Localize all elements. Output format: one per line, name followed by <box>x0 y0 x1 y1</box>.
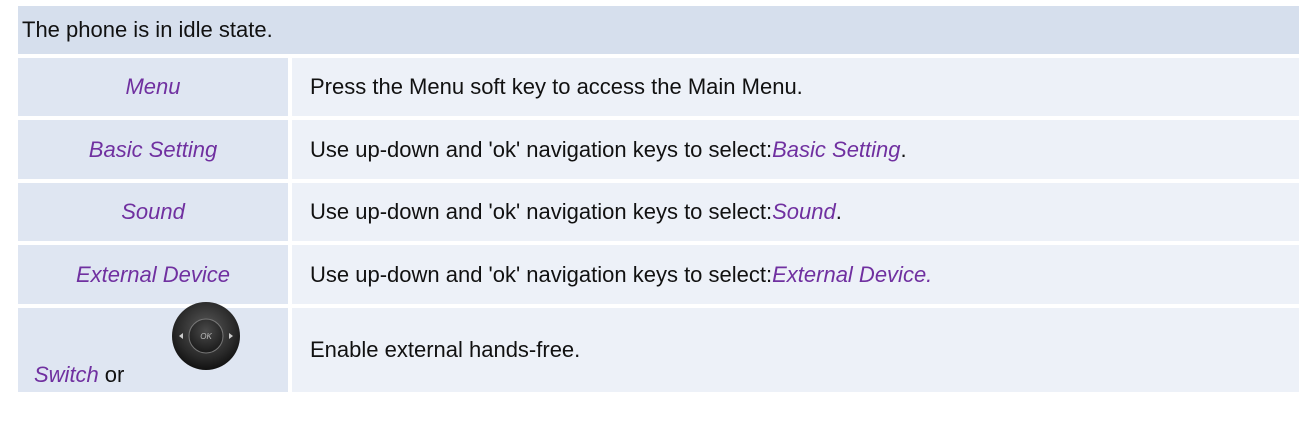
description-option: Sound <box>772 199 836 224</box>
step-key-menu: Menu <box>18 58 288 116</box>
step-key-sound: Sound <box>18 183 288 241</box>
step-description: Use up-down and 'ok' navigation keys to … <box>292 120 1299 179</box>
ok-navigation-key-icon: OK <box>172 302 240 370</box>
step-description: Enable external hands-free. <box>292 308 1299 392</box>
procedure-table: The phone is in idle state. Menu Press t… <box>18 6 1299 392</box>
description-text: Use up-down and 'ok' navigation keys to … <box>310 199 773 224</box>
step-description: Use up-down and 'ok' navigation keys to … <box>292 245 1299 304</box>
description-suffix: . <box>900 136 907 162</box>
description-option: External Device. <box>772 261 933 287</box>
table-row: Menu Press the Menu soft key to access t… <box>18 58 1299 120</box>
step-description: Use up-down and 'ok' navigation keys to … <box>292 183 1299 241</box>
switch-label: Switch <box>34 362 99 387</box>
description-option: Basic Setting <box>772 136 901 162</box>
table-header: The phone is in idle state. <box>18 6 1299 58</box>
description-suffix: . <box>835 199 842 224</box>
table-row: Switch or OK Enable external hands-free. <box>18 302 1299 392</box>
description-text: Use up-down and 'ok' navigation keys to … <box>310 261 773 287</box>
or-label: or <box>104 362 125 387</box>
step-description: Press the Menu soft key to access the Ma… <box>292 58 1299 116</box>
description-text: Use up-down and 'ok' navigation keys to … <box>310 136 773 162</box>
table-row: Sound Use up-down and 'ok' navigation ke… <box>18 183 1299 245</box>
step-key-switch: Switch or OK <box>18 302 288 392</box>
ok-key-label: OK <box>200 332 212 341</box>
table-row: Basic Setting Use up-down and 'ok' navig… <box>18 120 1299 183</box>
step-key-basic-setting: Basic Setting <box>18 120 288 179</box>
step-key-external-device: External Device <box>18 245 288 304</box>
table-row: External Device Use up-down and 'ok' nav… <box>18 245 1299 308</box>
